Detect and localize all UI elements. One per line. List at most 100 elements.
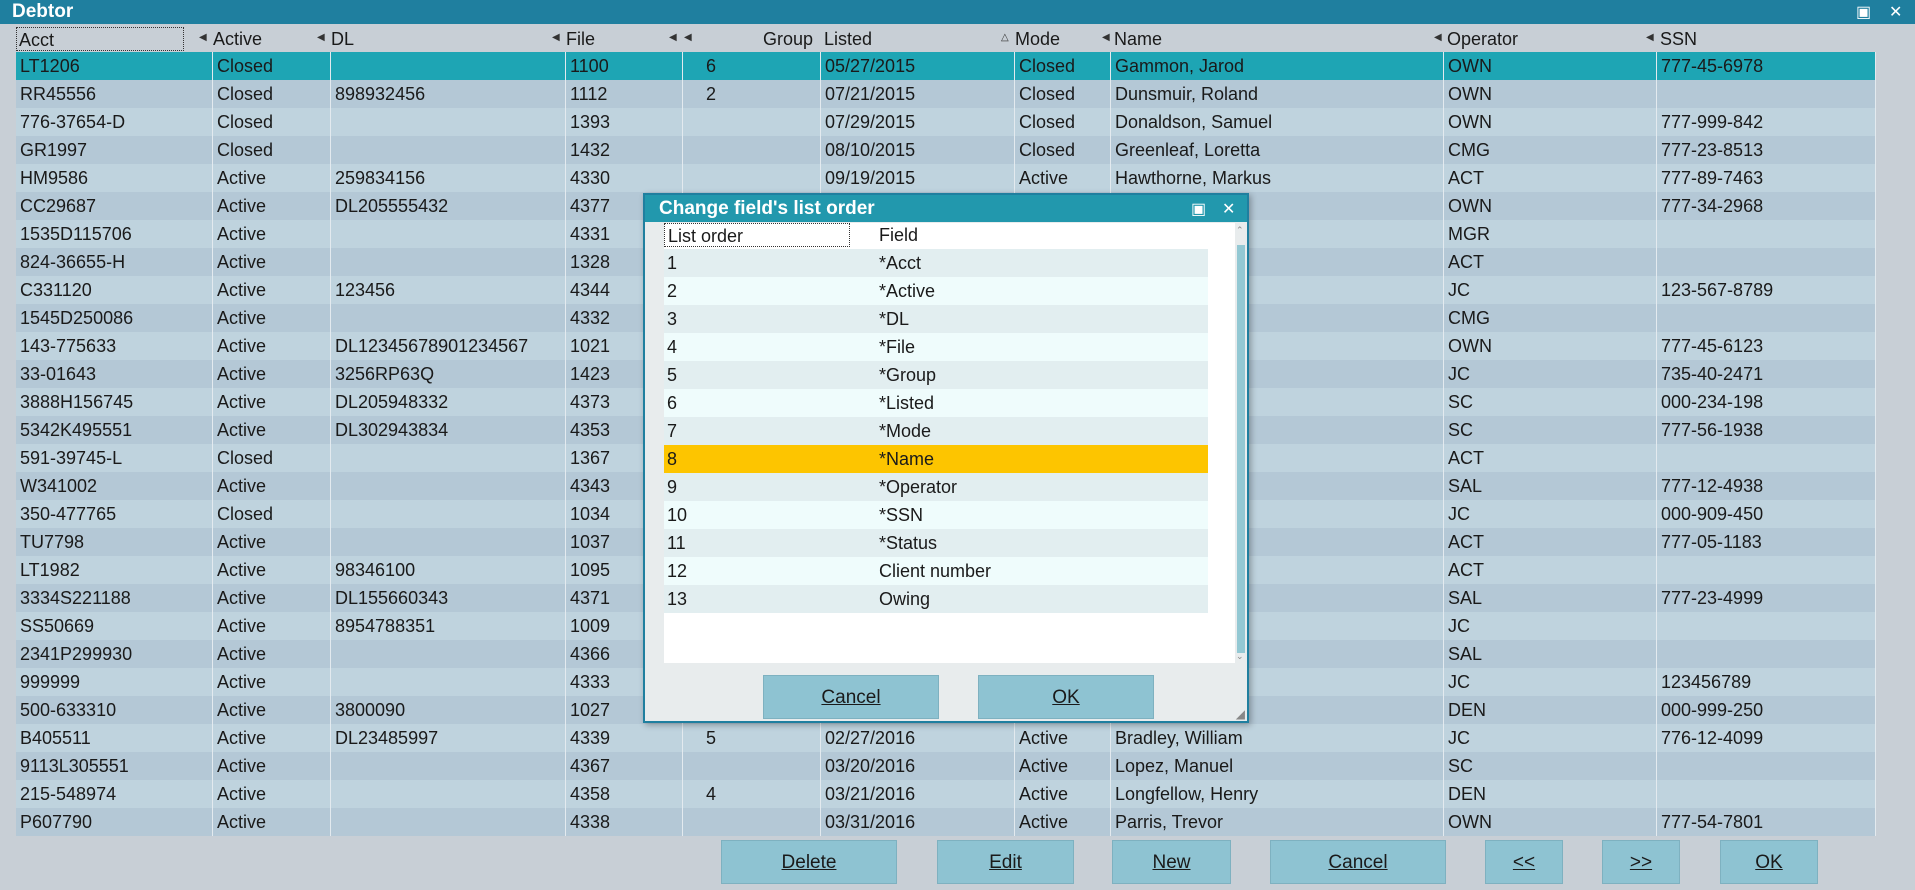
cell-acct: 3888H156745 [16,388,213,416]
cell-active: Active [213,556,331,584]
column-header-acct[interactable]: Acct [16,27,184,51]
list-item[interactable]: 11 *Status [664,529,1208,557]
next-page-button[interactable]: >> [1602,840,1680,884]
column-header-name[interactable]: Name [1114,27,1162,51]
cell-acct: RR45556 [16,80,213,108]
cell-dl [331,500,566,528]
sort-arrow-icon[interactable]: ◀ [1434,32,1442,43]
cell-operator: MGR [1444,220,1657,248]
sort-arrow-icon[interactable]: ◀ [199,32,207,43]
cell-active: Closed [213,444,331,472]
cell-operator: JC [1444,500,1657,528]
list-item[interactable]: 3 *DL [664,305,1208,333]
column-header-field[interactable]: Field [876,223,918,247]
cell-ssn: 776-12-4099 [1657,724,1876,752]
table-row[interactable]: HM9586 Active 259834156 4330 09/19/2015 Activ… [16,164,1876,192]
restore-icon[interactable]: ▣ [1191,199,1206,219]
edit-button[interactable]: Edit [937,840,1074,884]
list-item[interactable]: 12 Client number [664,557,1208,585]
cell-ssn: 777-05-1183 [1657,528,1876,556]
sort-arrow-icon[interactable]: ◀ [684,32,692,43]
cell-dl: DL205948332 [331,388,566,416]
cell-mode: Closed [1015,108,1111,136]
list-order-value: 10 [667,505,688,525]
sort-arrow-icon[interactable]: ◀ [669,32,677,43]
column-header-operator[interactable]: Operator [1447,27,1518,51]
sort-arrow-icon[interactable]: ◀ [1646,32,1654,43]
dialog-ok-button[interactable]: OK [978,675,1154,719]
column-header-ssn[interactable]: SSN [1660,27,1697,51]
sort-arrow-icon[interactable]: ◀ [552,32,560,43]
cell-mode: Active [1015,752,1111,780]
field-name: *SSN [879,505,924,525]
cancel-button[interactable]: Cancel [1270,840,1446,884]
table-row[interactable]: RR45556 Closed 898932456 1112 2 07/21/2015 Clo… [16,80,1876,108]
cell-file: 1432 [566,136,683,164]
cell-active: Active [213,220,331,248]
cell-name: Parris, Trevor [1111,808,1444,836]
cell-ssn [1657,304,1876,332]
column-header-group[interactable]: Group [763,27,813,51]
scrollbar-thumb[interactable] [1237,245,1245,653]
table-row[interactable]: P607790 Active 4338 03/31/2016 Active Parris,… [16,808,1876,836]
table-row[interactable]: B405511 Active DL23485997 4339 5 02/27/2016 Ac… [16,724,1876,752]
dialog-cancel-label: Cancel [821,687,881,708]
table-row[interactable]: 9113L305551 Active 4367 03/20/2016 Active Lop… [16,752,1876,780]
column-header-dl[interactable]: DL [331,27,354,51]
dialog-scrollbar[interactable]: ⌃ ⌄ [1235,223,1247,663]
close-icon[interactable]: ✕ [1222,199,1235,219]
field-order-list: List order Field 1 *Acct 2 *Active 3 *DL 4 *Fil… [664,223,1242,663]
cell-group [683,752,821,780]
list-item[interactable]: 13 Owing [664,585,1208,613]
restore-icon[interactable]: ▣ [1856,2,1871,22]
cell-operator: JC [1444,612,1657,640]
list-order-value: 13 [667,589,688,609]
list-item[interactable]: 9 *Operator [664,473,1208,501]
cell-operator: ACT [1444,164,1657,192]
cell-operator: ACT [1444,444,1657,472]
scroll-up-icon[interactable]: ⌃ [1236,225,1244,236]
list-item[interactable]: 2 *Active [664,277,1208,305]
list-item[interactable]: 1 *Acct [664,249,1208,277]
list-item[interactable]: 5 *Group [664,361,1208,389]
cell-dl: 3800090 [331,696,566,724]
cell-listed: 03/20/2016 [821,752,1015,780]
cell-name: Lopez, Manuel [1111,752,1444,780]
resize-grip-icon[interactable]: ◢ [1236,707,1245,721]
new-button[interactable]: New [1112,840,1231,884]
close-icon[interactable]: ✕ [1889,2,1902,22]
column-header-active[interactable]: Active [213,27,262,51]
dialog-cancel-button[interactable]: Cancel [763,675,939,719]
cell-dl [331,668,566,696]
table-row[interactable]: 215-548974 Active 4358 4 03/21/2016 Active Lon… [16,780,1876,808]
cell-name: Bradley, William [1111,724,1444,752]
sort-arrow-icon[interactable]: ◀ [317,32,325,43]
scroll-down-icon[interactable]: ⌄ [1236,651,1244,662]
sort-arrow-icon[interactable]: ◀ [1102,32,1110,43]
cell-ssn: 000-909-450 [1657,500,1876,528]
list-item[interactable]: 10 *SSN [664,501,1208,529]
sort-ascending-icon[interactable]: △ [1001,32,1009,43]
column-header-listed[interactable]: Listed [824,27,872,51]
cell-active: Active [213,528,331,556]
cell-group [683,136,821,164]
ok-button[interactable]: OK [1720,840,1818,884]
cell-mode: Closed [1015,80,1111,108]
cell-dl: DL302943834 [331,416,566,444]
column-header-file[interactable]: File [566,27,595,51]
list-item[interactable]: 4 *File [664,333,1208,361]
table-row[interactable]: LT1206 Closed 1100 6 05/27/2015 Closed Gammon,… [16,52,1876,80]
table-row[interactable]: 776-37654-D Closed 1393 07/29/2015 Closed Don… [16,108,1876,136]
column-header-list-order[interactable]: List order [664,223,850,247]
table-row[interactable]: GR1997 Closed 1432 08/10/2015 Closed Greenlea… [16,136,1876,164]
list-item[interactable]: 6 *Listed [664,389,1208,417]
list-item[interactable]: 8 *Name [664,445,1208,473]
cell-dl: DL23485997 [331,724,566,752]
delete-button[interactable]: Delete [721,840,897,884]
cell-ssn: 777-34-2968 [1657,192,1876,220]
list-item[interactable]: 7 *Mode [664,417,1208,445]
list-order-value: 1 [667,253,678,273]
column-header-mode[interactable]: Mode [1015,27,1060,51]
previous-page-button[interactable]: << [1485,840,1563,884]
dialog-ok-label: OK [1052,687,1080,708]
